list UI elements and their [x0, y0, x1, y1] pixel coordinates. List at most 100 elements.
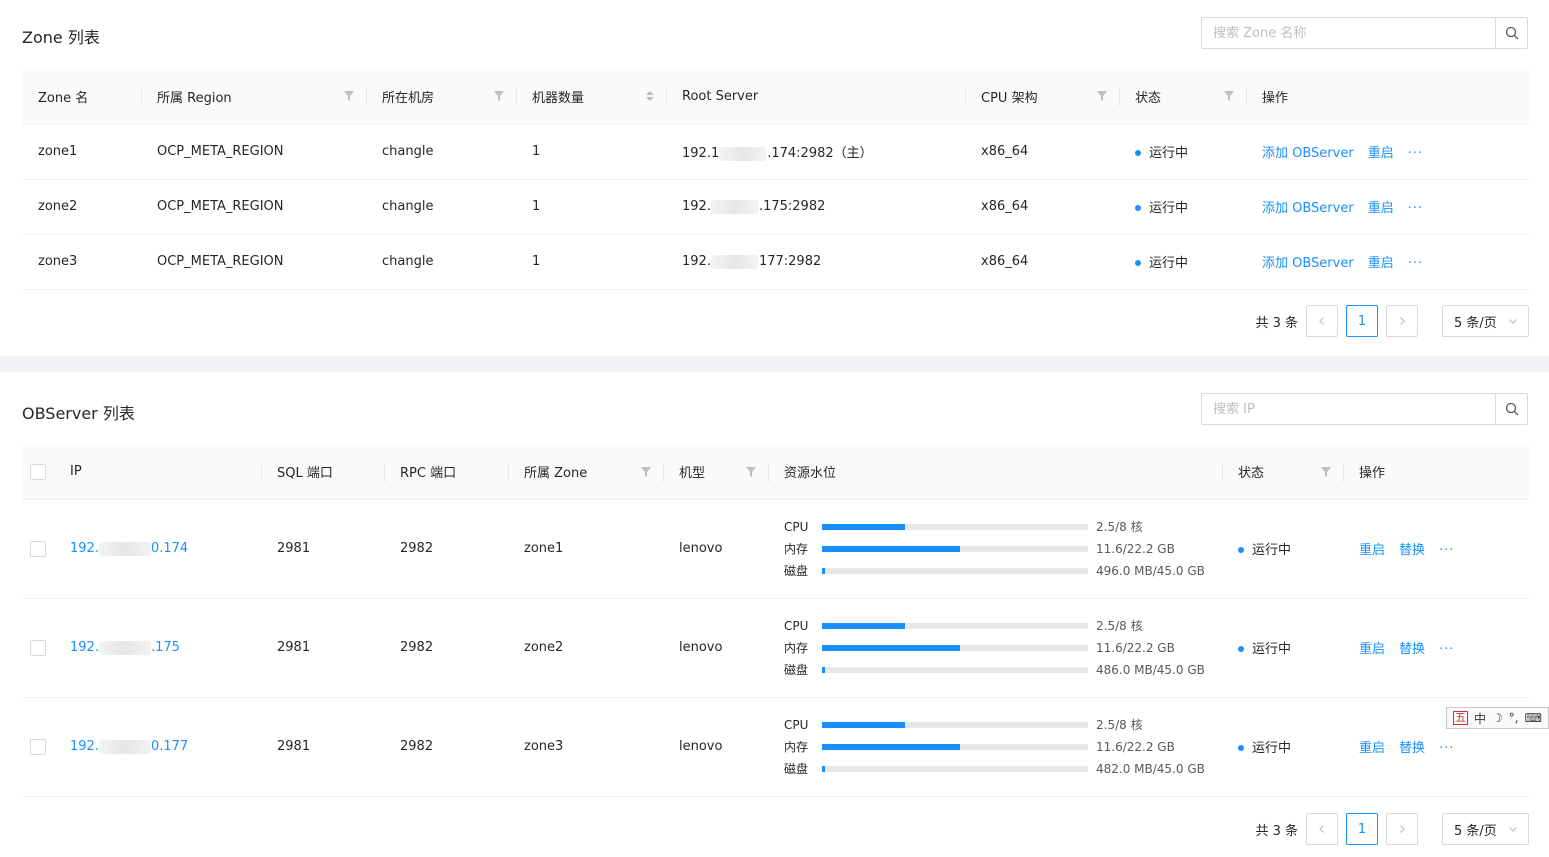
- zone-list-card: Zone 列表 Zone 名 所属 Region 所在机房 机器数量 Root …: [0, 0, 1549, 356]
- resource-bar-fill: [822, 545, 960, 552]
- prev-page-button[interactable]: [1306, 305, 1338, 337]
- restart-button[interactable]: 重启: [1359, 642, 1385, 657]
- moon-icon[interactable]: ☽: [1492, 711, 1503, 725]
- observer-ip[interactable]: 192. .175: [54, 598, 261, 698]
- ime-toolbar[interactable]: 五 中 ☽ °, ⌨: [1446, 707, 1549, 729]
- resource-label: 内存: [784, 641, 809, 655]
- col-ip: IP: [54, 445, 261, 500]
- observer-ip[interactable]: 192. 0.177: [54, 697, 261, 797]
- replace-button[interactable]: 替换: [1399, 741, 1425, 756]
- zone-region: OCP_META_REGION: [141, 234, 366, 290]
- zone-search-input[interactable]: [1202, 18, 1495, 48]
- ip-search-button[interactable]: [1495, 394, 1527, 424]
- zone-pagination: 共 3 条 1 5 条/页: [1255, 305, 1529, 337]
- zone-search-button[interactable]: [1495, 18, 1527, 48]
- restart-button[interactable]: 重启: [1359, 543, 1385, 558]
- zone-count: 1: [516, 124, 666, 180]
- more-icon[interactable]: ···: [1439, 543, 1454, 558]
- ime-wubi-icon[interactable]: 五: [1453, 711, 1468, 725]
- restart-button[interactable]: 重启: [1368, 201, 1394, 216]
- more-icon[interactable]: ···: [1439, 741, 1454, 756]
- page-button[interactable]: 1: [1346, 305, 1378, 337]
- col-resource: 资源水位: [768, 445, 1222, 500]
- zone-idc: changle: [366, 124, 516, 180]
- prev-page-button[interactable]: [1306, 813, 1338, 845]
- zone-name: zone1: [22, 124, 141, 180]
- page-size-select[interactable]: 5 条/页: [1442, 305, 1529, 337]
- resource-disk: 磁盘 482.0 MB/45.0 GB: [784, 761, 1206, 777]
- zone-table-header: Zone 名 所属 Region 所在机房 机器数量 Root Server C…: [22, 69, 1529, 125]
- zone-idc: changle: [366, 234, 516, 290]
- resource-mem: 内存 11.6/22.2 GB: [784, 640, 1206, 656]
- more-icon[interactable]: ···: [1408, 201, 1423, 216]
- filter-icon[interactable]: [1321, 466, 1331, 477]
- zone-status: 运行中: [1119, 179, 1246, 235]
- filter-icon[interactable]: [1097, 91, 1107, 102]
- pagination-total: 共 3 条: [1255, 823, 1298, 839]
- replace-button[interactable]: 替换: [1399, 642, 1425, 657]
- zone-actions: 添加 OBServer 重启 ···: [1246, 234, 1529, 290]
- filter-icon[interactable]: [344, 91, 354, 102]
- zone-list-title: Zone 列表: [22, 28, 100, 47]
- col-zone-name: Zone 名: [22, 69, 141, 125]
- col-zone: 所属 Zone: [508, 445, 663, 500]
- resource-bar: [822, 567, 1088, 574]
- chevron-left-icon: [1319, 825, 1324, 833]
- filter-icon[interactable]: [494, 91, 504, 102]
- page-size-select[interactable]: 5 条/页: [1442, 813, 1529, 845]
- ime-punctuation-icon[interactable]: °,: [1509, 711, 1519, 725]
- resource-bar-fill: [822, 743, 960, 750]
- filter-icon[interactable]: [641, 466, 651, 477]
- ip-search-input[interactable]: [1202, 394, 1495, 424]
- sort-icon[interactable]: [646, 91, 654, 102]
- restart-button[interactable]: 重启: [1368, 256, 1394, 271]
- section-divider: [0, 356, 1549, 372]
- row-select: [22, 598, 54, 698]
- next-page-button[interactable]: [1386, 813, 1418, 845]
- resource-mem: 内存 11.6/22.2 GB: [784, 541, 1206, 557]
- add-observer-button[interactable]: 添加 OBServer: [1262, 201, 1354, 216]
- more-icon[interactable]: ···: [1408, 256, 1423, 271]
- col-actions: 操作: [1246, 69, 1529, 125]
- replace-button[interactable]: 替换: [1399, 543, 1425, 558]
- next-page-button[interactable]: [1386, 305, 1418, 337]
- observer-actions: 重启 替换 ···: [1343, 499, 1529, 599]
- filter-icon[interactable]: [746, 466, 756, 477]
- observer-rpc-port: 2982: [384, 499, 508, 599]
- resource-value: 486.0 MB/45.0 GB: [1096, 662, 1205, 677]
- add-observer-button[interactable]: 添加 OBServer: [1262, 256, 1354, 271]
- row-checkbox[interactable]: [30, 540, 46, 557]
- resource-label: 内存: [784, 740, 809, 754]
- row-select: [22, 499, 54, 599]
- col-sql-port: SQL 端口: [261, 445, 384, 500]
- resource-bar: [822, 644, 1088, 651]
- col-cpu-arch: CPU 架构: [965, 69, 1119, 125]
- more-icon[interactable]: ···: [1408, 146, 1423, 161]
- resource-bar: [822, 666, 1088, 673]
- row-checkbox[interactable]: [30, 738, 46, 755]
- resource-bar: [822, 622, 1088, 629]
- observer-ip[interactable]: 192. 0.174: [54, 499, 261, 599]
- add-observer-button[interactable]: 添加 OBServer: [1262, 146, 1354, 161]
- restart-button[interactable]: 重启: [1368, 146, 1394, 161]
- resource-value: 11.6/22.2 GB: [1096, 640, 1175, 655]
- ime-chinese-mode[interactable]: 中: [1474, 710, 1486, 727]
- resource-bar-fill: [822, 622, 905, 629]
- status-dot-icon: [1135, 149, 1141, 156]
- resource-bar-fill: [822, 567, 825, 574]
- zone-root-server: 192.1.174:2982（主）: [666, 124, 965, 180]
- restart-button[interactable]: 重启: [1359, 741, 1385, 756]
- resource-cpu: CPU 2.5/8 核: [784, 717, 1206, 733]
- resource-label: 磁盘: [784, 564, 809, 578]
- resource-value: 2.5/8 核: [1096, 619, 1143, 633]
- filter-icon[interactable]: [1224, 91, 1234, 102]
- select-all-checkbox[interactable]: [30, 463, 46, 480]
- resource-value: 11.6/22.2 GB: [1096, 739, 1175, 754]
- resource-mem: 内存 11.6/22.2 GB: [784, 739, 1206, 755]
- status-dot-icon: [1238, 546, 1244, 553]
- more-icon[interactable]: ···: [1439, 642, 1454, 657]
- keyboard-icon[interactable]: ⌨: [1525, 711, 1542, 725]
- page-button[interactable]: 1: [1346, 813, 1378, 845]
- row-checkbox[interactable]: [30, 639, 46, 656]
- observer-status: 运行中: [1222, 598, 1343, 698]
